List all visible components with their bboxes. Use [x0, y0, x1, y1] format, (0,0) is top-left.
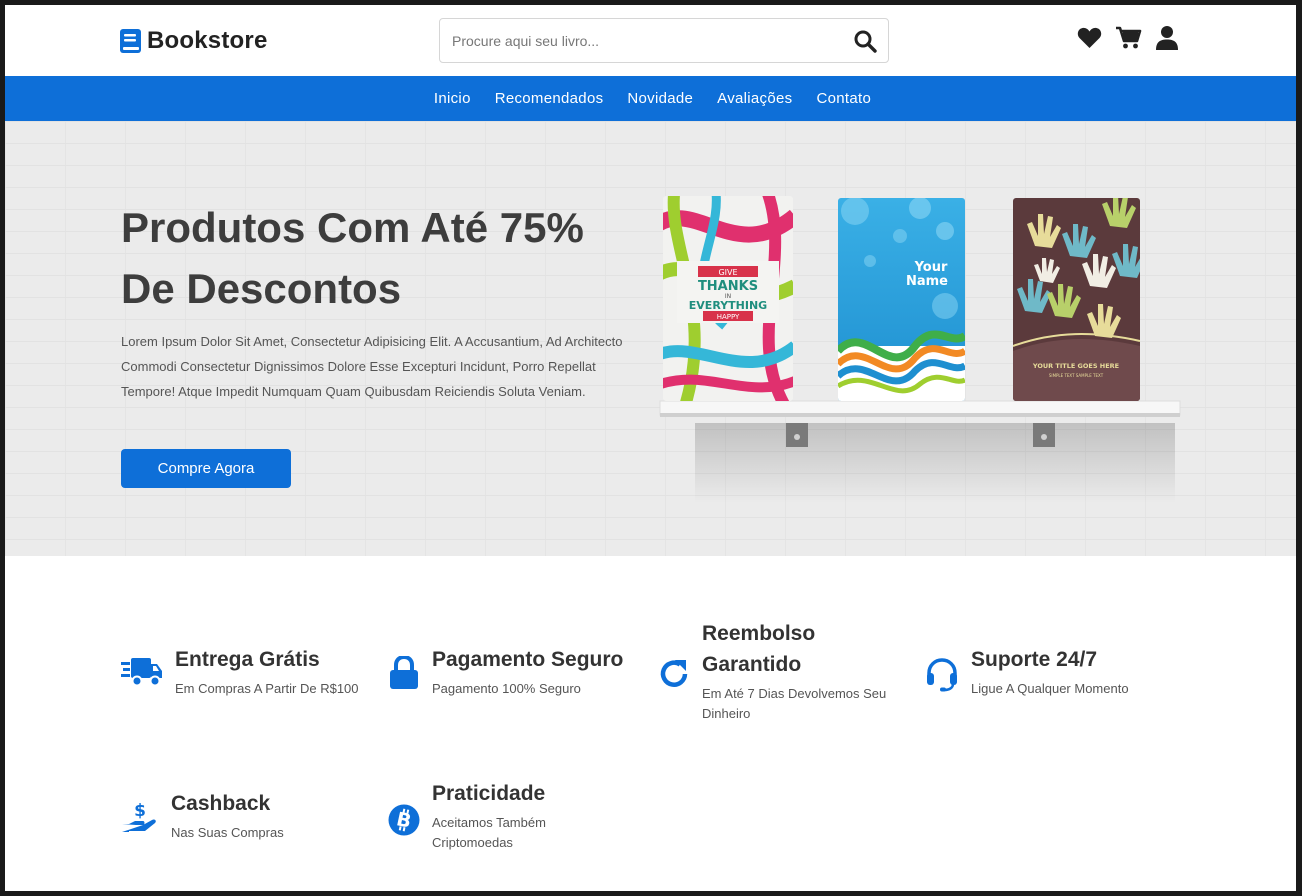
header-actions [1077, 26, 1178, 50]
feature-title: Cashback [171, 792, 271, 815]
feature-secure-payment: Pagamento Seguro Pagamento 100% Seguro [388, 644, 623, 699]
lock-icon [388, 654, 420, 695]
book-icon [120, 29, 141, 53]
feature-subtitle: Em Até 7 Dias Devolvemos Seu Dinheiro [702, 686, 887, 721]
feature-title: Suporte 24/7 [971, 648, 1098, 671]
book-cover-your-name: Your Name [838, 198, 965, 401]
hero-title: Produtos Com Até 75% De Descontos [121, 204, 584, 312]
feature-title: Entrega Grátis [175, 648, 320, 671]
refresh-icon [658, 658, 690, 695]
book1-give: GIVE [718, 268, 737, 277]
search-icon [854, 30, 877, 53]
feature-subtitle: Pagamento 100% Seguro [432, 681, 581, 696]
page: Bookstore Procure aqui seu livro... Inic… [5, 5, 1296, 891]
book-cover-thanks: GIVE THANKS IN EVERYTHING HAPPY [663, 196, 793, 401]
book2-name: Name [906, 274, 948, 289]
heart-icon[interactable] [1077, 27, 1102, 49]
book3-title: YOUR TITLE GOES HERE [1032, 362, 1119, 370]
feature-refund: Reembolso Garantido Em Até 7 Dias Devolv… [658, 618, 908, 724]
svg-text:$: $ [134, 801, 146, 821]
feature-crypto: B Praticidade Aceitamos Também Criptomoe… [388, 778, 608, 853]
nav-item-recomendados[interactable]: Recomendados [495, 90, 604, 107]
feature-support: Suporte 24/7 Ligue A Qualquer Momento [925, 644, 1129, 699]
feature-subtitle: Nas Suas Compras [171, 825, 284, 840]
search-input[interactable] [440, 19, 842, 62]
feature-free-shipping: Entrega Grátis Em Compras A Partir De R$… [121, 644, 359, 699]
feature-subtitle: Ligue A Qualquer Momento [971, 681, 1129, 696]
book3-subtitle: SIMPLE TEXT SAMPLE TEXT [1049, 373, 1104, 378]
feature-subtitle: Aceitamos Também Criptomoedas [432, 815, 546, 850]
book2-your: Your [914, 260, 948, 275]
logo[interactable]: Bookstore [120, 27, 268, 55]
headset-icon [925, 658, 959, 697]
book1-happy: HAPPY [717, 313, 740, 321]
bookshelf-illustration: GIVE THANKS IN EVERYTHING HAPPY Your Nam… [655, 186, 1185, 516]
feature-title: Reembolso Garantido [702, 622, 816, 676]
logo-text: Bookstore [147, 27, 268, 54]
book1-everything: EVERYTHING [689, 299, 767, 312]
feature-title: Praticidade [432, 782, 546, 805]
search-button[interactable] [842, 19, 888, 62]
hero-section: Produtos Com Até 75% De Descontos Lorem … [5, 121, 1296, 556]
search-bar [439, 18, 889, 63]
cashback-icon: $ [121, 800, 159, 841]
header: Bookstore [5, 5, 1296, 76]
buy-now-button[interactable]: Compre Agora [121, 449, 291, 488]
nav-item-avaliacoes[interactable]: Avaliações [717, 90, 792, 107]
book1-thanks: THANKS [698, 279, 758, 294]
main-nav: Inicio Recomendados Novidade Avaliações … [5, 76, 1296, 121]
nav-item-inicio[interactable]: Inicio [434, 90, 471, 107]
nav-item-contato[interactable]: Contato [816, 90, 871, 107]
bitcoin-icon: B [388, 804, 420, 841]
book-cover-hands: YOUR TITLE GOES HERE SIMPLE TEXT SAMPLE … [1013, 198, 1140, 401]
truck-icon [121, 656, 163, 693]
hero-description: Lorem Ipsum Dolor Sit Amet, Consectetur … [121, 334, 623, 399]
feature-subtitle: Em Compras A Partir De R$100 [175, 681, 359, 696]
cart-icon[interactable] [1116, 26, 1142, 50]
feature-cashback: $ Cashback Nas Suas Compras [121, 788, 284, 843]
feature-title: Pagamento Seguro [432, 648, 624, 671]
nav-item-novidade[interactable]: Novidade [627, 90, 693, 107]
user-icon[interactable] [1156, 26, 1178, 50]
